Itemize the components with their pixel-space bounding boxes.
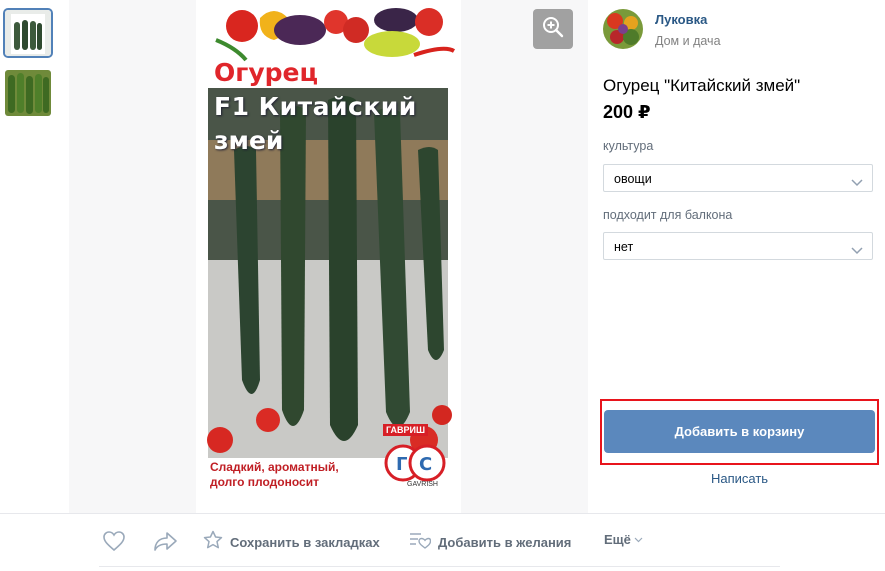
packet-title-line1: Огурец [214,58,318,87]
share-button[interactable] [153,530,178,557]
packet-description: Сладкий, ароматный, долго плодоносит [210,460,370,490]
share-arrow-icon [153,530,178,557]
packet-description-line2: долго плодоносит [210,475,319,489]
svg-text:С: С [419,454,432,475]
wishlist-heart-icon [409,530,432,555]
add-to-cart-button[interactable]: Добавить в корзину [604,410,875,453]
product-price: 200 ₽ [603,102,651,122]
divider [0,513,885,514]
chevron-down-icon [851,174,863,192]
more-button[interactable]: Ещё [604,530,643,548]
thumbnail-cucumbers[interactable] [5,70,51,116]
shop-name[interactable]: Луковка [655,12,707,27]
heart-icon [102,530,126,557]
write-message-link[interactable]: Написать [604,471,875,486]
chevron-down-icon [851,242,863,260]
property-label-balcony: подходит для балкона [603,208,733,222]
svg-text:Г: Г [396,454,407,475]
packet-title-line3: змей [214,126,284,155]
packet-brand-ru: ГАВРИШ [383,424,429,436]
chevron-down-icon [634,530,643,548]
more-label: Ещё [604,531,631,547]
shop-avatar[interactable] [603,9,643,49]
divider [99,566,780,567]
bookmark-button[interactable]: Сохранить в закладках [203,530,380,555]
wishlist-button[interactable]: Добавить в желания [409,530,571,555]
star-icon [203,530,223,555]
product-image: Г С Огурец F1 Китайский змей Сладкий, ар… [196,0,461,513]
product-title: Огурец "Китайский змей" [603,76,801,95]
culture-select-value: овощи [614,172,652,186]
wishlist-label: Добавить в желания [438,535,572,550]
packet-title-line2: F1 Китайский [214,92,417,121]
balcony-select-value: нет [614,240,634,254]
zoom-button[interactable] [533,9,573,49]
bookmark-label: Сохранить в закладках [230,535,380,550]
like-button[interactable] [102,530,126,557]
product-image-viewer[interactable]: Г С Огурец F1 Китайский змей Сладкий, ар… [69,0,588,513]
thumbnail-packet[interactable] [5,10,51,56]
property-label-culture: культура [603,139,654,153]
culture-select[interactable]: овощи [603,164,873,192]
packet-brand-en: GAVRISH [407,481,438,488]
balcony-select[interactable]: нет [603,232,873,260]
shop-category: Дом и дача [655,34,721,48]
packet-description-line1: Сладкий, ароматный, [210,460,339,474]
zoom-in-icon [542,16,564,43]
